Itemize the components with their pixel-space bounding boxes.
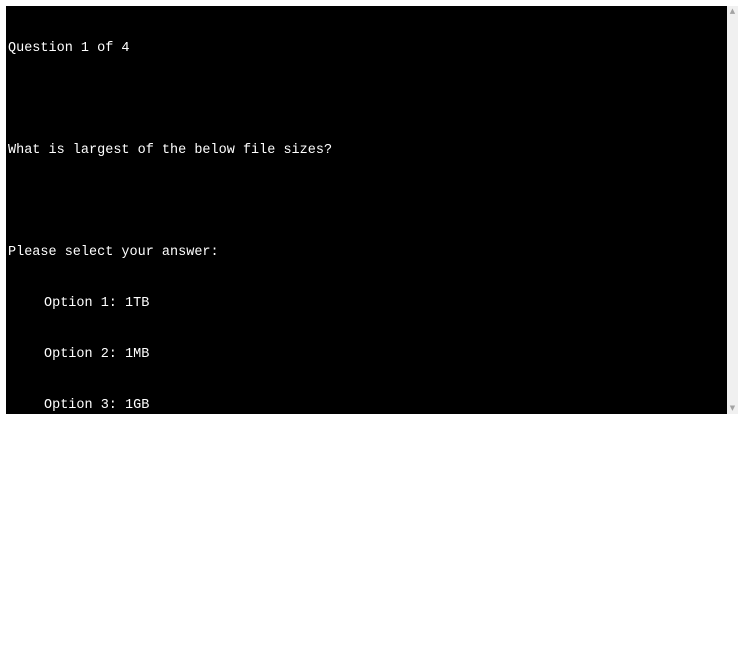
terminal-window: Question 1 of 4 What is largest of the b… <box>6 6 738 617</box>
option-1: Option 1: 1TB <box>44 296 150 311</box>
option-3: Option 3: 1GB <box>44 398 150 413</box>
text-cursor <box>6 602 15 617</box>
scroll-down-arrow-icon[interactable]: ▼ <box>727 403 738 414</box>
scroll-up-arrow-icon[interactable]: ▲ <box>727 6 738 17</box>
option-4: Option 4: 1KB <box>44 449 150 464</box>
vertical-scrollbar[interactable]: ▲ ▼ <box>727 6 738 414</box>
input-prompt: Please enter the corrosponding number he… <box>8 551 357 566</box>
option-2: Option 2: 1MB <box>44 347 150 362</box>
question-text: What is largest of the below file sizes? <box>8 143 333 158</box>
question-header: Question 1 of 4 <box>8 41 130 56</box>
input-line[interactable] <box>6 601 727 618</box>
select-prompt: Please select your answer: <box>8 245 219 260</box>
terminal-output[interactable]: Question 1 of 4 What is largest of the b… <box>6 6 727 617</box>
